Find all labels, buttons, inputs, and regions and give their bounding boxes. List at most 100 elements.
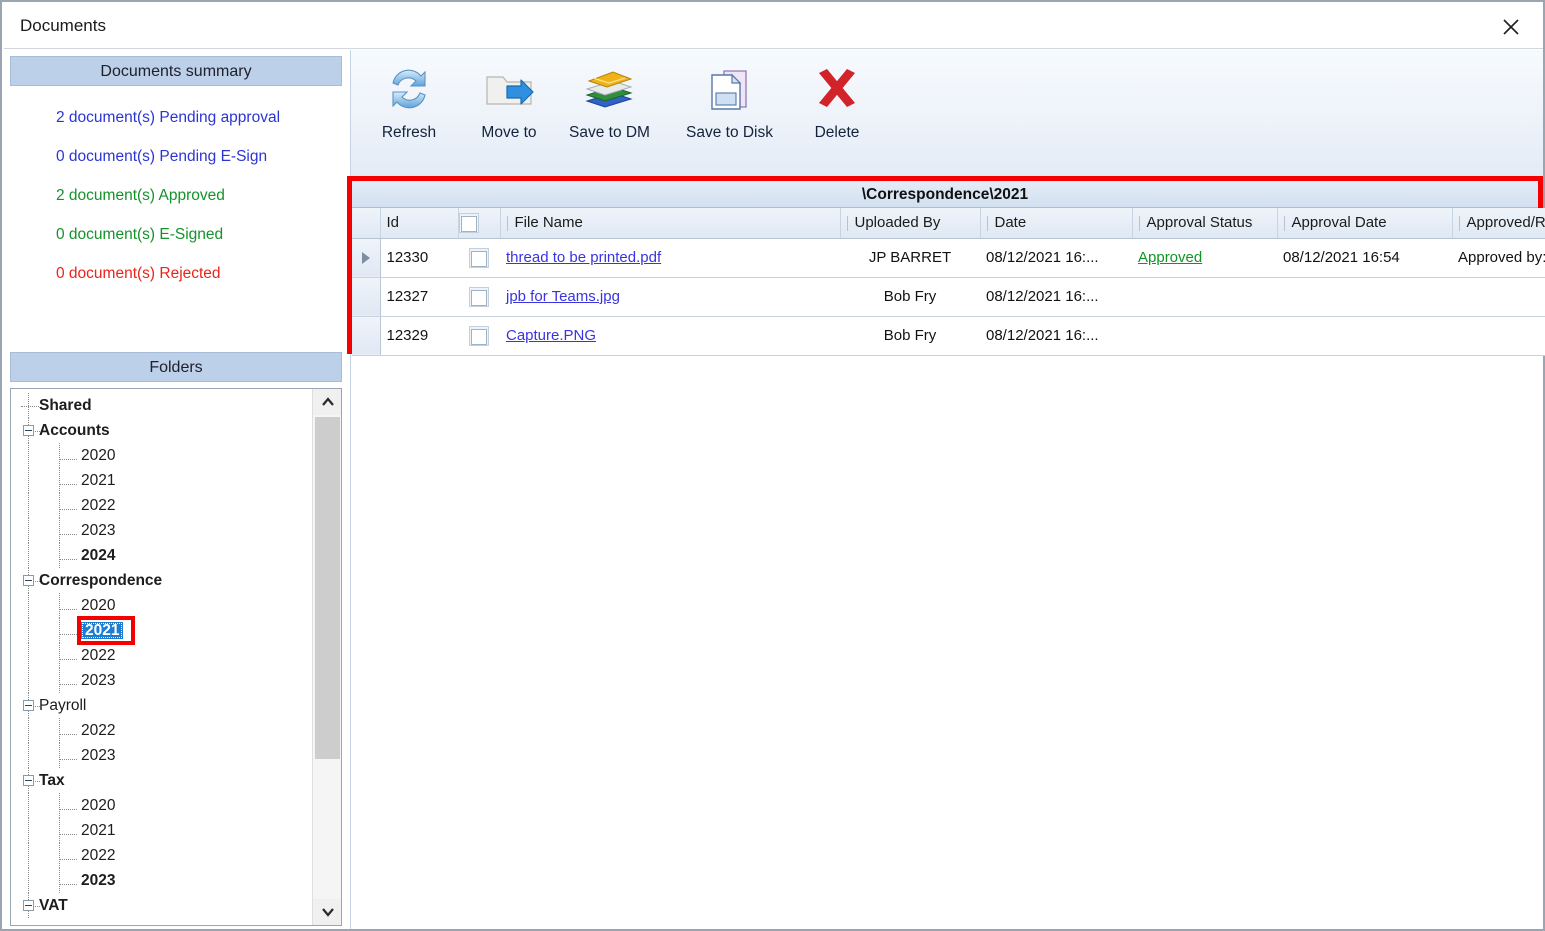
table-row[interactable]: 12329 Capture.PNG Bob Fry 08/12/2021 16:... bbox=[352, 316, 1545, 356]
summary-item[interactable]: 0 document(s) Rejected bbox=[10, 254, 342, 293]
grid-header-approvaldate-label: Approval Date bbox=[1291, 214, 1387, 232]
delete-button[interactable]: Delete bbox=[809, 56, 865, 160]
cell-approvaldate-text: 08/12/2021 16:54 bbox=[1283, 249, 1400, 266]
tree-connector bbox=[28, 793, 30, 818]
summary-item[interactable]: 0 document(s) Pending E-Sign bbox=[10, 137, 342, 176]
tree-node-payroll[interactable]: Payroll bbox=[11, 693, 311, 718]
header-separator bbox=[506, 215, 508, 231]
tree-node-2023[interactable]: 2023 bbox=[11, 868, 311, 893]
tree-node-2020[interactable]: 2020 bbox=[11, 443, 311, 468]
scrollbar-thumb[interactable] bbox=[315, 417, 340, 759]
grid-header-approvaldate[interactable]: Approval Date bbox=[1277, 208, 1453, 239]
tree-node-2023[interactable]: 2023 bbox=[11, 743, 311, 768]
collapse-icon[interactable] bbox=[23, 700, 34, 711]
save-to-disk-icon bbox=[702, 56, 758, 122]
tree-node-2020[interactable]: 2020 bbox=[11, 593, 311, 618]
row-selector-cell[interactable] bbox=[352, 238, 381, 278]
tree-node-2023[interactable]: 2023 bbox=[11, 518, 311, 543]
table-row[interactable]: 12330 thread to be printed.pdf JP BARRET 08… bbox=[352, 238, 1545, 278]
grid-header-selectall[interactable] bbox=[458, 208, 501, 239]
folders-tree-nodes: Shared Accounts 2020 2021 2022 2023 2024 Corres… bbox=[11, 389, 311, 925]
tree-node-2021[interactable]: 2021 bbox=[11, 618, 311, 643]
refresh-button[interactable]: Refresh bbox=[381, 56, 437, 160]
summary-item[interactable]: 2 document(s) Approved bbox=[10, 176, 342, 215]
tree-node-2022[interactable]: 2022 bbox=[11, 493, 311, 518]
save-to-disk-button[interactable]: Save to Disk bbox=[686, 56, 773, 160]
cell-approvaldate bbox=[1277, 277, 1452, 317]
tree-connector bbox=[59, 543, 61, 568]
tree-node-accounts[interactable]: Accounts bbox=[11, 418, 311, 443]
cell-checkbox[interactable] bbox=[458, 277, 500, 317]
cell-checkbox[interactable] bbox=[458, 238, 500, 278]
cell-checkbox[interactable] bbox=[458, 316, 500, 356]
cell-filename-text[interactable]: Capture.PNG bbox=[506, 327, 596, 344]
tree-node-shared[interactable]: Shared bbox=[11, 393, 311, 418]
header-separator bbox=[986, 215, 988, 231]
tree-connector bbox=[59, 843, 61, 868]
tree-node-correspondence[interactable]: Correspondence bbox=[11, 568, 311, 593]
tree-node-2020[interactable]: 2020 bbox=[11, 793, 311, 818]
tree-connector bbox=[28, 618, 30, 643]
chevron-up-icon[interactable] bbox=[313, 389, 341, 415]
row-checkbox[interactable] bbox=[469, 325, 489, 346]
move-to-button[interactable]: Move to bbox=[481, 56, 537, 160]
tree-node-2022[interactable]: 2022 bbox=[11, 643, 311, 668]
tree-node-2022[interactable]: 2022 bbox=[11, 718, 311, 743]
table-row[interactable]: 12327 jpb for Teams.jpg Bob Fry 08/12/2021 … bbox=[352, 277, 1545, 317]
row-selector-cell[interactable] bbox=[352, 277, 381, 317]
tree-node-label: Accounts bbox=[39, 422, 110, 439]
tree-node-tax[interactable]: Tax bbox=[11, 768, 311, 793]
grid-header-date[interactable]: Date bbox=[980, 208, 1133, 239]
tree-connector bbox=[59, 634, 77, 636]
cell-date-text: 08/12/2021 16:... bbox=[986, 288, 1099, 305]
select-all-checkbox[interactable] bbox=[458, 212, 479, 233]
tree-connector bbox=[28, 518, 30, 543]
grid-header-uploadedby[interactable]: Uploaded By bbox=[840, 208, 981, 239]
summary-item[interactable]: 2 document(s) Pending approval bbox=[10, 98, 342, 137]
cell-id-text: 12327 bbox=[386, 288, 429, 305]
folders-tree-scrollbar[interactable] bbox=[312, 389, 341, 925]
tree-node-vat[interactable]: VAT bbox=[11, 893, 311, 918]
cell-approvaldate: 08/12/2021 16:54 bbox=[1277, 238, 1452, 278]
collapse-icon[interactable] bbox=[23, 425, 34, 436]
save-to-dm-button[interactable]: Save to DM bbox=[569, 56, 650, 160]
tree-node-2021[interactable]: 2021 bbox=[11, 818, 311, 843]
tree-node-label: 2022 bbox=[81, 497, 116, 514]
grid-header-approvalstatus[interactable]: Approval Status bbox=[1132, 208, 1278, 239]
tree-connector bbox=[59, 809, 77, 811]
row-checkbox-box bbox=[471, 250, 487, 267]
tree-node-2021[interactable]: 2021 bbox=[11, 468, 311, 493]
grid-header-id[interactable]: Id bbox=[380, 208, 459, 239]
cell-approvedrejected: Approved by:... bbox=[1452, 238, 1545, 278]
tree-node-2024[interactable]: 2024 bbox=[11, 543, 311, 568]
close-icon[interactable] bbox=[1491, 10, 1531, 44]
tree-node-label: 2020 bbox=[81, 797, 116, 814]
tree-node-2023[interactable]: 2023 bbox=[11, 668, 311, 693]
row-selector-cell[interactable] bbox=[352, 316, 381, 356]
tree-connector bbox=[59, 493, 61, 518]
cell-uploadedby: Bob Fry bbox=[840, 316, 980, 356]
tree-node-2022[interactable]: 2022 bbox=[11, 843, 311, 868]
tree-connector bbox=[28, 743, 30, 768]
move-to-label: Move to bbox=[481, 124, 537, 141]
summary-item[interactable]: 0 document(s) E-Signed bbox=[10, 215, 342, 254]
row-checkbox[interactable] bbox=[469, 247, 489, 268]
tree-connector bbox=[59, 609, 77, 611]
grid-header-filename-label: File Name bbox=[514, 214, 583, 232]
header-separator bbox=[1458, 215, 1460, 231]
cell-uploadedby: JP BARRET bbox=[840, 238, 980, 278]
grid-header-approvedrejected[interactable]: Approved/Rej... bbox=[1452, 208, 1545, 239]
tree-node-label: 2024 bbox=[81, 547, 116, 564]
folders-tree[interactable]: Shared Accounts 2020 2021 2022 2023 2024 Corres… bbox=[10, 388, 342, 926]
cell-filename-text[interactable]: jpb for Teams.jpg bbox=[506, 288, 620, 305]
cell-approvalstatus bbox=[1132, 316, 1277, 356]
cell-filename-text[interactable]: thread to be printed.pdf bbox=[506, 249, 661, 266]
chevron-down-icon[interactable] bbox=[313, 899, 341, 925]
collapse-icon[interactable] bbox=[23, 900, 34, 911]
grid-header-filename[interactable]: File Name bbox=[500, 208, 841, 239]
collapse-icon[interactable] bbox=[23, 775, 34, 786]
cell-id-text: 12330 bbox=[386, 249, 429, 266]
collapse-icon[interactable] bbox=[23, 575, 34, 586]
row-checkbox[interactable] bbox=[469, 286, 489, 307]
cell-approvalstatus-text[interactable]: Approved bbox=[1138, 249, 1202, 266]
